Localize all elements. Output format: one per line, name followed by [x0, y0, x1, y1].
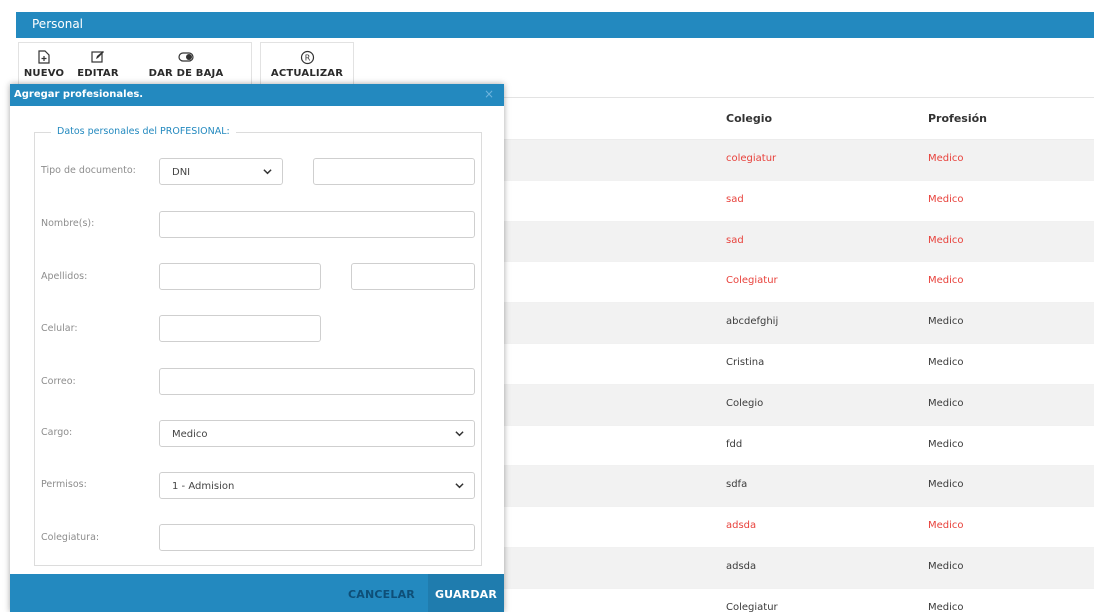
colegio-cell: Colegiatur	[726, 275, 778, 287]
colegio-cell: sdfa	[726, 479, 748, 491]
modal-footer: CANCELAR GUARDAR	[10, 574, 504, 612]
svg-text:R: R	[304, 53, 310, 62]
permisos-label: Permisos:	[41, 479, 87, 490]
profesion-cell: Medico	[928, 601, 964, 612]
profesion-cell: Medico	[928, 316, 964, 328]
refresh-icon: R	[299, 49, 315, 65]
toggle-off-icon	[178, 49, 194, 65]
permisos-select[interactable]: 1 - Admision	[159, 472, 475, 499]
dar-de-baja-label: DAR DE BAJA	[148, 68, 224, 79]
profesion-cell: Medico	[928, 153, 964, 164]
tipo-documento-select[interactable]: DNI	[159, 158, 283, 185]
actualizar-label: ACTUALIZAR	[270, 68, 344, 79]
colegio-cell: Cristina	[726, 356, 765, 368]
cargo-select[interactable]: Medico	[159, 420, 475, 447]
editar-label: EDITAR	[77, 68, 119, 79]
colegio-cell: sad	[726, 234, 744, 246]
close-icon[interactable]: ×	[484, 87, 494, 101]
profesion-cell: Medico	[928, 438, 964, 450]
app-root: Personal NUEVO EDITAR DAR DE BAJA R ACTU…	[0, 0, 1094, 612]
nuevo-label: NUEVO	[23, 68, 65, 79]
nombres-label: Nombre(s):	[41, 218, 95, 229]
nombres-input[interactable]	[159, 211, 475, 238]
correo-input[interactable]	[159, 368, 475, 395]
profesion-cell: Medico	[928, 397, 964, 409]
numero-documento-input[interactable]	[313, 158, 475, 185]
colegiatura-input[interactable]	[159, 524, 475, 551]
profesion-cell: Medico	[928, 234, 964, 246]
modal-header: Agregar profesionales. ×	[10, 84, 504, 106]
apellido-paterno-input[interactable]	[159, 263, 321, 290]
colegio-cell: adsda	[726, 520, 757, 532]
edit-icon	[90, 49, 106, 65]
colegiatura-label: Colegiatura:	[41, 532, 100, 543]
profesion-cell: Medico	[928, 275, 964, 287]
personal-data-fieldset: Datos personales del PROFESIONAL: Tipo d…	[34, 126, 482, 566]
colegio-cell: Colegiatur	[726, 601, 778, 612]
profesion-cell: Medico	[928, 479, 964, 491]
panel-title: Personal	[16, 12, 1094, 38]
profesion-cell: Medico	[928, 356, 964, 368]
correo-label: Correo:	[41, 376, 76, 387]
profesion-header[interactable]: Profesión	[928, 112, 987, 125]
cargo-label: Cargo:	[41, 427, 73, 438]
profesion-cell: Medico	[928, 560, 964, 572]
tipo-documento-value: DNI	[172, 167, 191, 178]
chevron-down-icon	[455, 431, 464, 437]
save-button[interactable]: GUARDAR	[428, 574, 504, 612]
modal-title: Agregar profesionales.	[14, 89, 144, 100]
apellidos-label: Apellidos:	[41, 271, 88, 282]
chevron-down-icon	[263, 169, 272, 175]
profesion-cell: Medico	[928, 520, 964, 532]
cancel-button[interactable]: CANCELAR	[348, 588, 415, 601]
new-file-icon	[36, 49, 52, 65]
permisos-value: 1 - Admision	[172, 481, 235, 492]
cargo-value: Medico	[172, 429, 208, 440]
colegio-cell: sad	[726, 193, 744, 205]
add-professional-modal: Agregar profesionales. × Datos personale…	[10, 84, 504, 612]
fieldset-legend: Datos personales del PROFESIONAL:	[51, 126, 236, 137]
colegio-cell: adsda	[726, 560, 757, 572]
celular-input[interactable]	[159, 315, 321, 342]
colegio-header[interactable]: Colegio	[726, 112, 772, 125]
tipo-documento-label: Tipo de documento:	[41, 165, 136, 176]
colegio-cell: abcdefghij	[726, 316, 779, 328]
chevron-down-icon	[455, 483, 464, 489]
colegio-cell: fdd	[726, 438, 743, 450]
modal-body: Datos personales del PROFESIONAL: Tipo d…	[10, 106, 504, 574]
celular-label: Celular:	[41, 323, 78, 334]
colegio-cell: colegiatur	[726, 153, 777, 164]
apellido-materno-input[interactable]	[351, 263, 475, 290]
colegio-cell: Colegio	[726, 397, 764, 409]
profesion-cell: Medico	[928, 193, 964, 205]
